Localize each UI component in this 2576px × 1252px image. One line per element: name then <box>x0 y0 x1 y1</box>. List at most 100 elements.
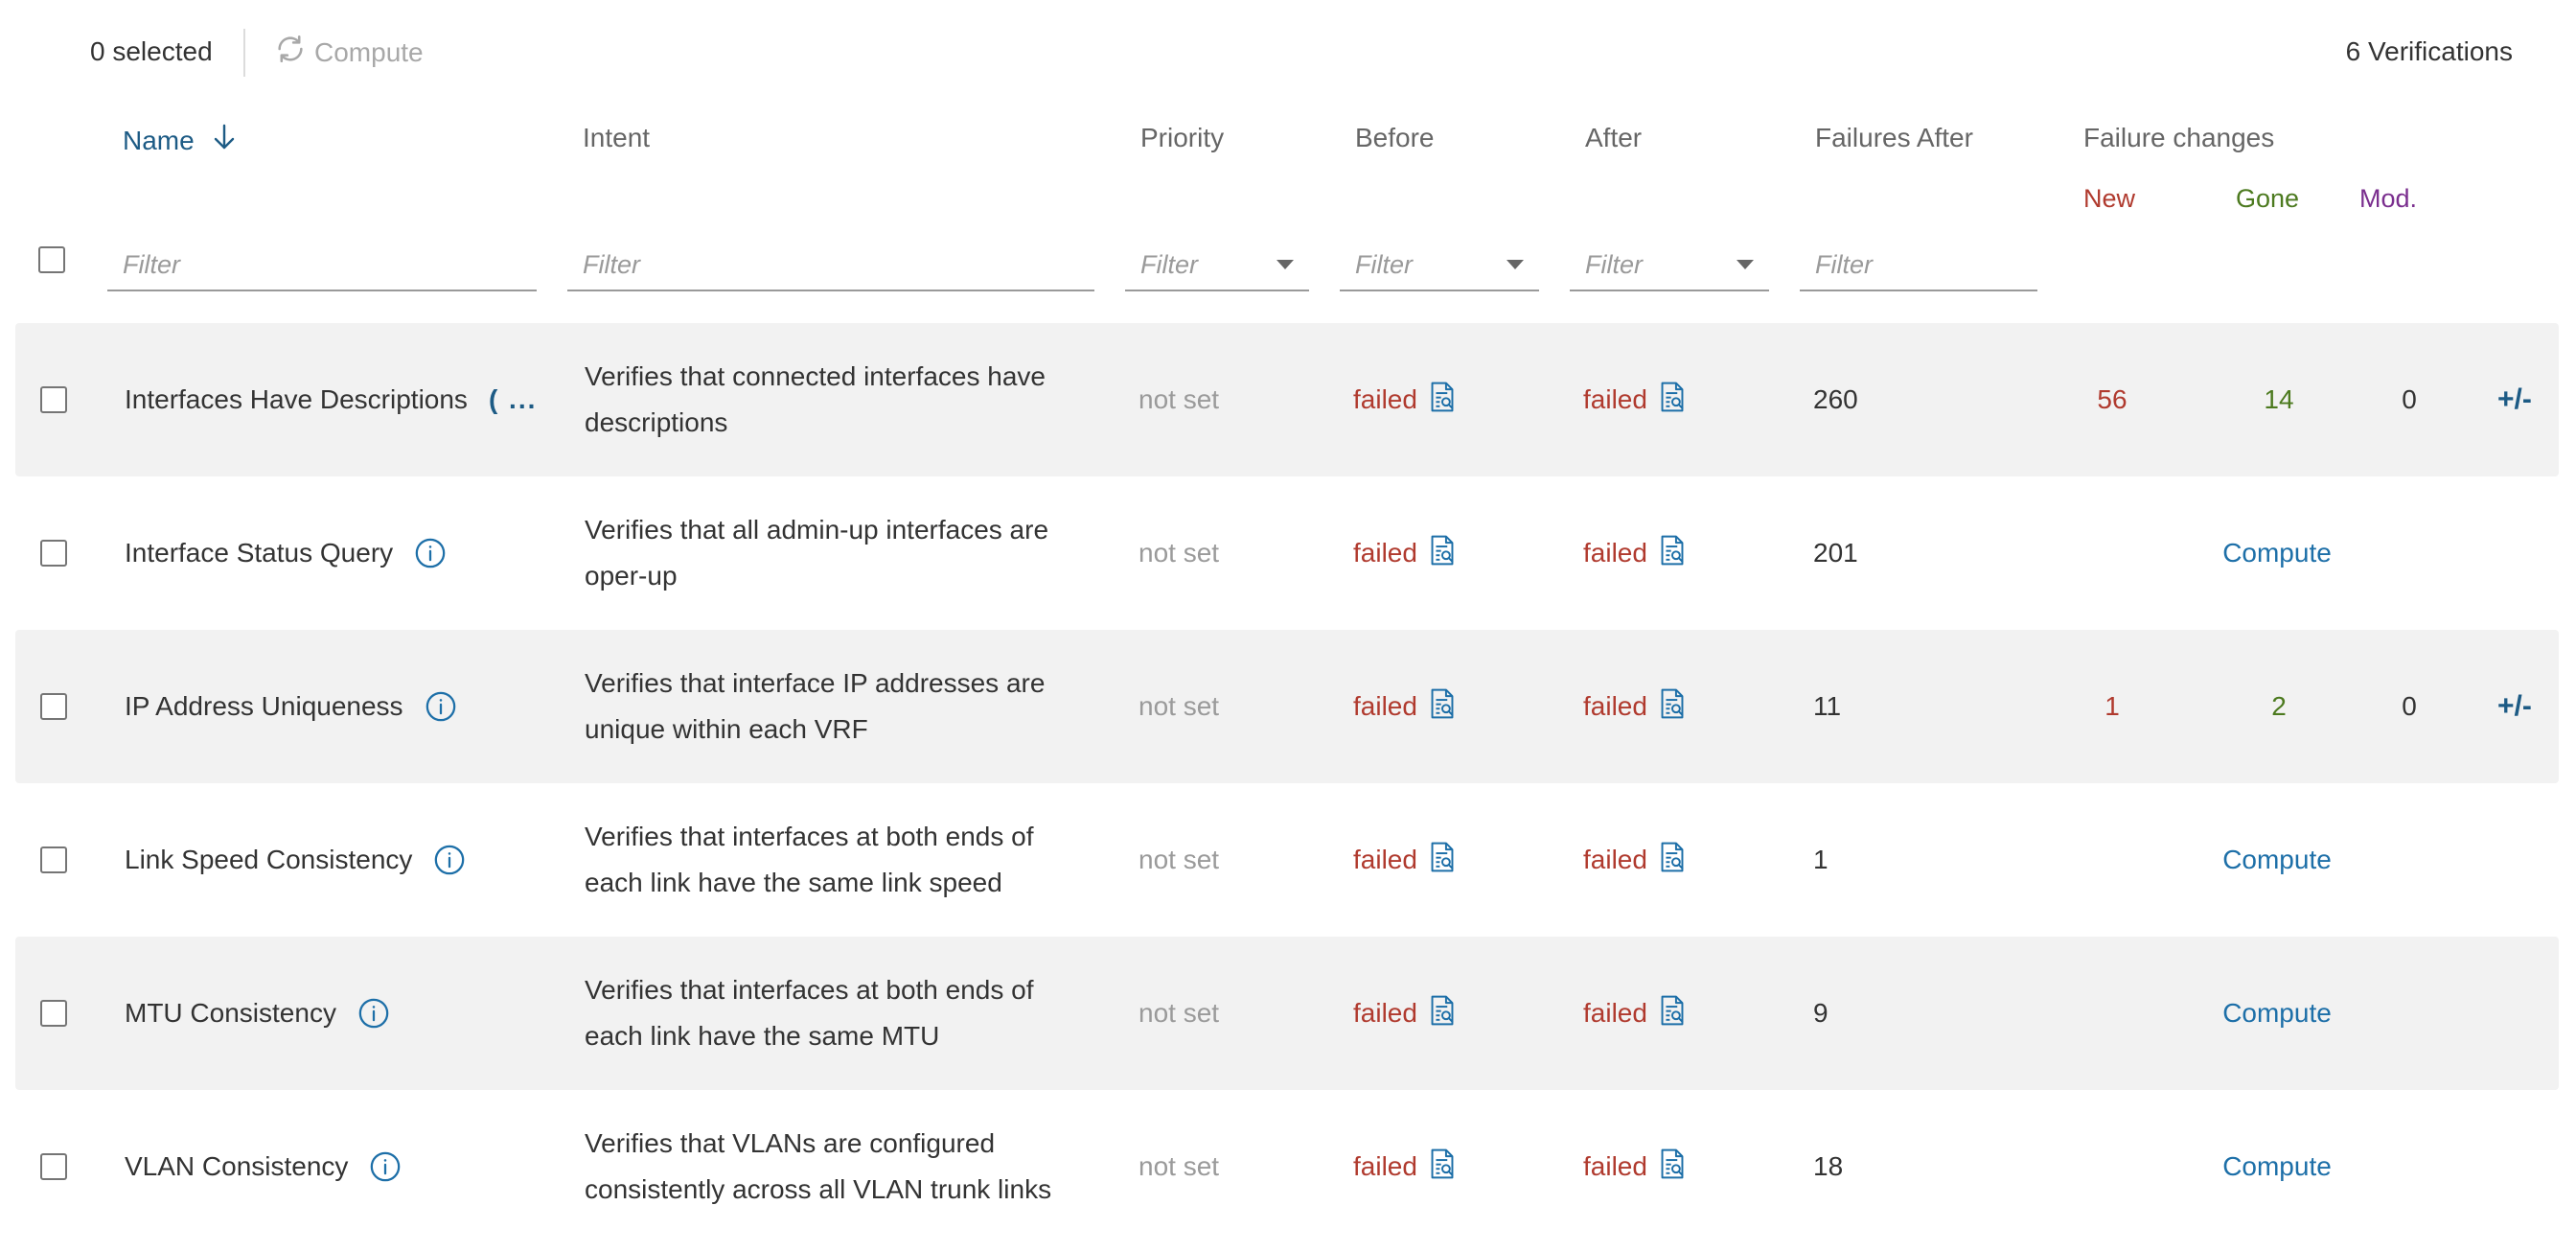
verification-intent: Verifies that interfaces at both ends of… <box>585 822 1034 897</box>
after-filter-select[interactable]: Filter <box>1570 240 1769 291</box>
column-header-before[interactable]: Before <box>1355 123 1435 153</box>
row-compute-link[interactable]: Compute <box>2210 1090 2344 1243</box>
document-search-icon <box>1427 1148 1458 1187</box>
verification-name: Interface Status Query <box>125 476 447 630</box>
row-checkbox[interactable] <box>40 386 67 413</box>
verification-name-label: Interface Status Query <box>125 538 394 568</box>
failures-after-count: 9 <box>1813 998 1828 1028</box>
document-search-icon <box>1657 841 1688 880</box>
before-status-label: failed <box>1353 998 1417 1028</box>
document-search-icon <box>1657 381 1688 420</box>
row-checkbox[interactable] <box>40 1000 67 1027</box>
verification-name: MTU Consistency <box>125 937 390 1090</box>
priority-filter-select[interactable]: Filter <box>1125 240 1309 291</box>
verifications-count: 6 Verifications <box>2345 36 2513 66</box>
failures-filter-input[interactable] <box>1800 240 2037 291</box>
row-checkbox[interactable] <box>40 1153 67 1180</box>
select-all-checkbox[interactable] <box>38 246 65 273</box>
table-row[interactable]: MTU Consistency Verifies that interfaces … <box>15 937 2559 1090</box>
after-status-link[interactable]: failed <box>1583 1090 1688 1243</box>
column-header-name-label: Name <box>123 125 195 155</box>
column-header-after[interactable]: After <box>1585 123 1642 153</box>
failures-after-count: 1 <box>1813 845 1828 874</box>
column-header-name[interactable]: Name <box>123 123 237 158</box>
modified-failures-count: 0 <box>2402 384 2417 414</box>
truncated-name-indicator[interactable]: ( ... <box>489 384 537 415</box>
column-header-failure-changes: Failure changes <box>2083 123 2275 152</box>
compute-button-label: Compute <box>314 36 424 67</box>
plus-minus-icon[interactable]: +/- <box>2497 323 2532 476</box>
info-icon[interactable] <box>369 1150 402 1183</box>
row-checkbox[interactable] <box>40 540 67 567</box>
row-checkbox[interactable] <box>40 693 67 720</box>
info-icon[interactable] <box>425 690 457 723</box>
verification-intent: Verifies that interface IP addresses are… <box>585 668 1046 744</box>
subheader-mod[interactable]: Mod. <box>2359 184 2417 214</box>
column-header-failures-after[interactable]: Failures After <box>1815 123 1973 153</box>
verification-intent: Verifies that interfaces at both ends of… <box>585 975 1034 1051</box>
row-compute-link[interactable]: Compute <box>2210 937 2344 1090</box>
document-search-icon <box>1427 534 1458 573</box>
before-status-link[interactable]: failed <box>1353 1090 1458 1243</box>
info-icon[interactable] <box>357 997 390 1030</box>
table-row[interactable]: VLAN Consistency Verifies that VLANs are … <box>15 1090 2559 1243</box>
verification-name-label: IP Address Uniqueness <box>125 691 403 721</box>
before-status-label: failed <box>1353 691 1417 721</box>
before-status-link[interactable]: failed <box>1353 783 1458 937</box>
new-failures-count: 56 <box>2097 384 2128 414</box>
table-row[interactable]: Interfaces Have Descriptions ( ... Verifie… <box>15 323 2559 476</box>
priority-value: not set <box>1138 384 1220 414</box>
before-filter-select[interactable]: Filter <box>1340 240 1539 291</box>
verification-intent: Verifies that all admin-up interfaces ar… <box>585 515 1049 591</box>
selected-count: 0 selected <box>90 36 213 66</box>
verification-name: IP Address Uniqueness <box>125 630 457 783</box>
before-status-link[interactable]: failed <box>1353 630 1458 783</box>
column-header-priority[interactable]: Priority <box>1140 123 1224 153</box>
before-status-link[interactable]: failed <box>1353 476 1458 630</box>
before-filter-value: Filter <box>1355 249 1413 279</box>
priority-value: not set <box>1138 1151 1220 1181</box>
refresh-icon <box>274 33 307 72</box>
after-status-link[interactable]: failed <box>1583 783 1688 937</box>
failures-after-count: 201 <box>1813 538 1858 568</box>
caret-down-icon <box>1506 260 1524 269</box>
compute-button[interactable]: Compute <box>274 33 424 72</box>
plus-minus-icon[interactable]: +/- <box>2497 630 2532 783</box>
after-status-link[interactable]: failed <box>1583 323 1688 476</box>
document-search-icon <box>1657 1148 1688 1187</box>
document-search-icon <box>1427 841 1458 880</box>
priority-filter-value: Filter <box>1140 249 1198 279</box>
name-filter-input[interactable] <box>107 240 537 291</box>
intent-filter-input[interactable] <box>567 240 1094 291</box>
table-row[interactable]: Interface Status Query Verifies that all … <box>15 476 2559 630</box>
verification-name: VLAN Consistency <box>125 1090 402 1243</box>
after-status-label: failed <box>1583 538 1647 568</box>
before-status-label: failed <box>1353 384 1417 414</box>
info-icon[interactable] <box>414 537 447 569</box>
document-search-icon <box>1657 534 1688 573</box>
after-status-link[interactable]: failed <box>1583 937 1688 1090</box>
before-status-link[interactable]: failed <box>1353 323 1458 476</box>
priority-value: not set <box>1138 538 1220 568</box>
gone-failures-count: 2 <box>2271 691 2287 721</box>
column-header-intent[interactable]: Intent <box>583 123 650 153</box>
after-status-label: failed <box>1583 998 1647 1028</box>
after-status-link[interactable]: failed <box>1583 476 1688 630</box>
info-icon[interactable] <box>433 844 466 876</box>
after-status-link[interactable]: failed <box>1583 630 1688 783</box>
row-compute-link[interactable]: Compute <box>2210 783 2344 937</box>
table-row[interactable]: IP Address Uniqueness Verifies that inter… <box>15 630 2559 783</box>
verification-intent: Verifies that VLANs are configured consi… <box>585 1128 1052 1204</box>
verification-name-label: Link Speed Consistency <box>125 845 413 874</box>
subheader-new[interactable]: New <box>2083 184 2135 214</box>
row-checkbox[interactable] <box>40 846 67 873</box>
verification-name-label: VLAN Consistency <box>125 1151 349 1181</box>
before-status-link[interactable]: failed <box>1353 937 1458 1090</box>
table-row[interactable]: Link Speed Consistency Verifies that inte… <box>15 783 2559 937</box>
document-search-icon <box>1427 687 1458 727</box>
verification-name: Interfaces Have Descriptions ( ... <box>125 323 537 476</box>
arrow-down-icon <box>212 123 237 158</box>
subheader-gone[interactable]: Gone <box>2236 184 2299 214</box>
row-compute-link[interactable]: Compute <box>2210 476 2344 630</box>
priority-value: not set <box>1138 691 1220 721</box>
